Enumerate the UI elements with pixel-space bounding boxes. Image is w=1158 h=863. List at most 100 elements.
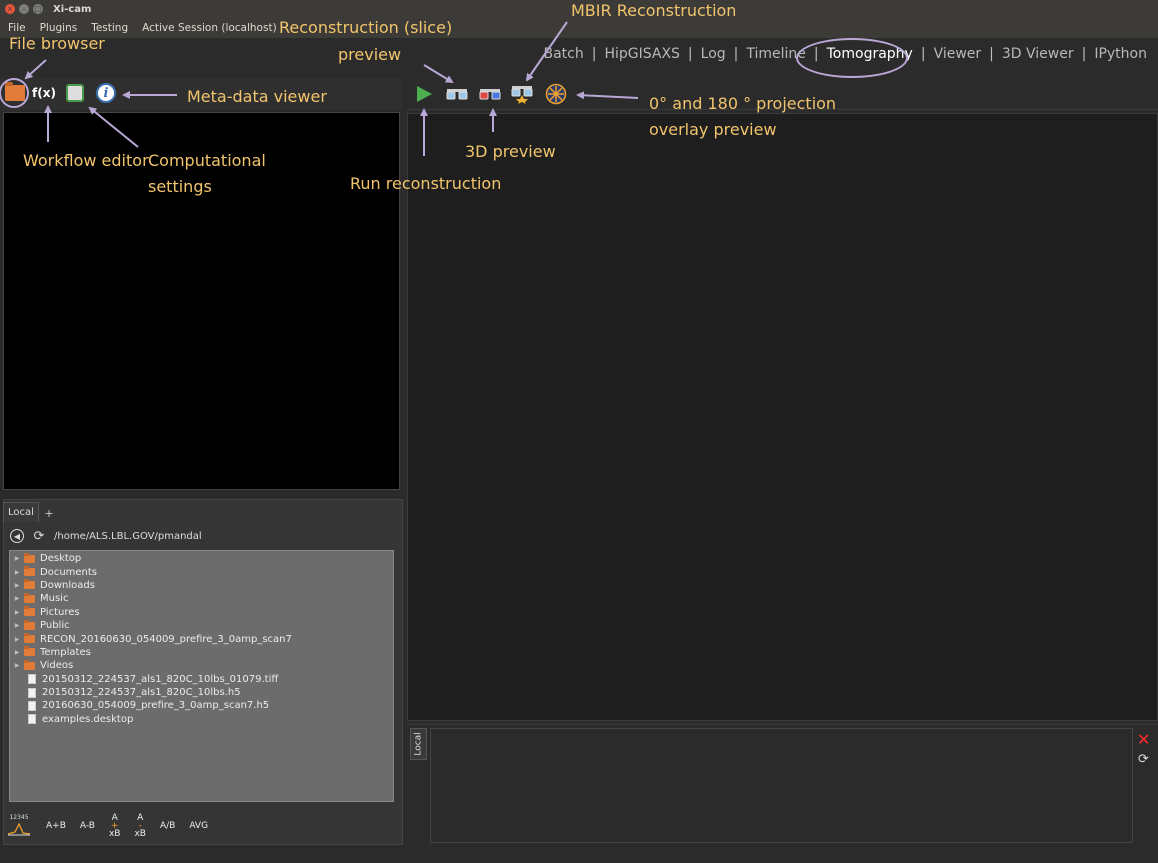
folder-row[interactable]: ▶ Downloads (10, 579, 393, 592)
annotation-recon-slice: Reconstruction (slice) (279, 18, 453, 37)
tab-log[interactable]: Log (698, 46, 729, 62)
tab-tomography[interactable]: Tomography (824, 46, 916, 62)
refresh-icon[interactable]: ⟳ (32, 529, 46, 544)
a-div-b-button[interactable]: A/B (160, 822, 175, 831)
file-browser-icon[interactable] (3, 81, 27, 105)
tab-local-vertical[interactable]: Local (410, 728, 427, 760)
computational-settings-icon[interactable] (63, 81, 87, 105)
folder-name: Documents (40, 566, 98, 578)
a-plus-xb-button[interactable]: A + xB (109, 814, 121, 839)
metadata-viewer-icon[interactable]: i (94, 81, 118, 105)
tab-separator: | (920, 46, 926, 62)
workflow-editor-icon[interactable]: f(x) (32, 81, 56, 105)
expand-arrow-icon[interactable]: ▶ (10, 609, 24, 616)
tab-3d-viewer[interactable]: 3D Viewer (999, 46, 1077, 62)
annotation-settings: settings (148, 177, 212, 196)
a-minus-xb-button[interactable]: A - xB (134, 814, 146, 839)
folder-name: Templates (40, 646, 91, 658)
tab-separator: | (687, 46, 693, 62)
tab-separator: | (1081, 46, 1087, 62)
expand-arrow-icon[interactable]: ▶ (10, 569, 24, 576)
refresh-jobs-icon[interactable]: ⟳ (1138, 752, 1149, 767)
maximize-window-icon[interactable]: □ (33, 4, 43, 14)
plugin-tabs: Batch | HipGISAXS | Log | Timeline | Tom… (540, 46, 1150, 62)
tab-timeline[interactable]: Timeline (743, 46, 809, 62)
expand-arrow-icon[interactable]: ▶ (10, 555, 24, 562)
folder-row[interactable]: ▶ Pictures (10, 606, 393, 619)
folder-icon (24, 552, 35, 563)
job-list-area[interactable] (430, 728, 1133, 843)
menu-testing[interactable]: Testing (91, 22, 128, 34)
folder-icon (24, 579, 35, 590)
file-icon (28, 674, 36, 685)
file-row[interactable]: 20150312_224537_als1_820C_10lbs_01079.ti… (10, 673, 393, 686)
folder-name: Public (40, 620, 70, 632)
folder-row[interactable]: ▶ RECON_20160630_054009_prefire_3_0amp_sc… (10, 632, 393, 645)
folder-name: Music (40, 593, 69, 605)
expand-arrow-icon[interactable]: ▶ (10, 622, 24, 629)
a-plus-b-button[interactable]: A+B (46, 822, 66, 831)
a-minus-b-button[interactable]: A-B (80, 822, 95, 831)
menu-file[interactable]: File (8, 22, 26, 34)
folder-name: Pictures (40, 606, 80, 618)
file-name: 20160630_054009_prefire_3_0amp_scan7.h5 (42, 700, 270, 712)
run-reconstruction-icon[interactable] (413, 84, 435, 104)
tab-hipgisaxs[interactable]: HipGISAXS (601, 46, 682, 62)
folder-icon (24, 592, 35, 603)
line-profile-button[interactable]: 12345 (6, 814, 32, 838)
info-glyph: i (96, 83, 116, 103)
folder-row[interactable]: ▶ Music (10, 592, 393, 605)
minimize-window-icon[interactable]: – (19, 4, 29, 14)
operations-bar: 12345 A+B A-B A + xB A - xB A/B AVG (6, 812, 400, 840)
current-path: /home/ALS.LBL.GOV/pmandal (54, 530, 202, 542)
file-row[interactable]: 20150312_224537_als1_820C_10lbs.h5 (10, 686, 393, 699)
average-button[interactable]: AVG (189, 822, 208, 831)
file-icon (28, 687, 36, 698)
file-row[interactable]: 20160630_054009_prefire_3_0amp_scan7.h5 (10, 699, 393, 712)
close-icon[interactable]: ✕ (1137, 730, 1150, 749)
tab-local[interactable]: Local (3, 502, 39, 522)
mbir-reconstruction-icon[interactable] (511, 84, 533, 104)
slice-preview-icon[interactable] (446, 84, 468, 104)
file-name: 20150312_224537_als1_820C_10lbs.h5 (42, 687, 241, 699)
annotation-projection: 0° and 180 ° projection (649, 94, 837, 113)
tab-batch[interactable]: Batch (540, 46, 586, 62)
expand-arrow-icon[interactable]: ▶ (10, 636, 24, 643)
folder-name: Desktop (40, 553, 82, 565)
expand-arrow-icon[interactable]: ▶ (10, 595, 24, 602)
folder-icon (24, 633, 35, 644)
tab-separator: | (591, 46, 597, 62)
tab-separator: | (733, 46, 739, 62)
reconstruction-view[interactable] (407, 113, 1158, 721)
folder-row[interactable]: ▶ Videos (10, 659, 393, 672)
annotation-overlay-preview: overlay preview (649, 120, 777, 139)
projection-overlay-icon[interactable] (545, 83, 567, 105)
scale-label: 12345 (9, 814, 29, 821)
expand-arrow-icon[interactable]: ▶ (10, 649, 24, 656)
folder-row[interactable]: ▶ Desktop (10, 552, 393, 565)
close-window-icon[interactable]: × (5, 4, 15, 14)
file-name: examples.desktop (42, 713, 134, 725)
annotation-mbir: MBIR Reconstruction (571, 1, 737, 20)
folder-name: RECON_20160630_054009_prefire_3_0amp_sca… (40, 633, 292, 645)
annotation-preview: preview (338, 45, 402, 64)
folder-icon (24, 646, 35, 657)
annotation-3d-preview: 3D preview (465, 142, 556, 161)
folder-row[interactable]: ▶ Templates (10, 646, 393, 659)
tab-ipython[interactable]: IPython (1091, 46, 1150, 62)
file-row[interactable]: examples.desktop (10, 713, 393, 726)
file-tree[interactable]: ▶ Desktop ▶ Documents ▶ Downloads ▶ Music ▶ P… (9, 550, 394, 802)
folder-row[interactable]: ▶ Documents (10, 565, 393, 578)
expand-arrow-icon[interactable]: ▶ (10, 662, 24, 669)
status-bar (0, 847, 1158, 863)
menu-plugins[interactable]: Plugins (40, 22, 78, 34)
expand-arrow-icon[interactable]: ▶ (10, 582, 24, 589)
path-bar: ◀ ⟳ /home/ALS.LBL.GOV/pmandal (6, 526, 398, 546)
tab-viewer[interactable]: Viewer (931, 46, 985, 62)
back-icon[interactable]: ◀ (10, 529, 24, 543)
menu-active-session[interactable]: Active Session (localhost) (142, 22, 277, 34)
add-tab-button[interactable]: + (40, 504, 58, 522)
3d-preview-icon[interactable] (479, 84, 501, 104)
file-name: 20150312_224537_als1_820C_10lbs_01079.ti… (42, 673, 279, 685)
folder-row[interactable]: ▶ Public (10, 619, 393, 632)
